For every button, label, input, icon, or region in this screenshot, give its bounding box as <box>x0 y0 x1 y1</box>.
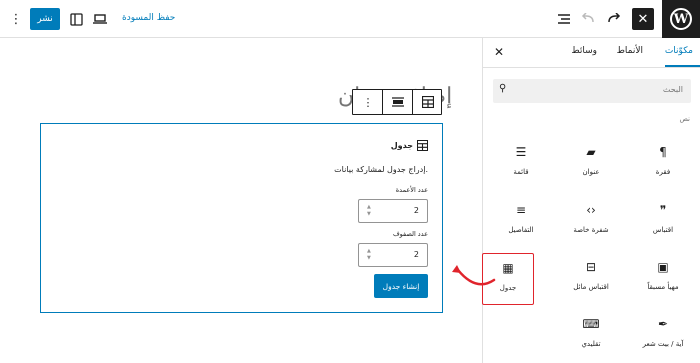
block-label: جدول <box>499 284 517 292</box>
close-panel-button[interactable]: ✕ <box>491 44 507 60</box>
block-label: فقرة <box>655 168 671 176</box>
settings-sidebar-button[interactable] <box>64 7 88 31</box>
close-icon: ✕ <box>493 45 505 59</box>
block-label: تقليدي <box>581 340 601 348</box>
block-details[interactable]: ≡ التفاصيل <box>495 196 547 248</box>
spinner-icon[interactable]: ▲ ▼ <box>367 204 371 218</box>
columns-label: عدد الأعمدة <box>395 186 428 194</box>
wordpress-logo[interactable]: W <box>662 0 700 38</box>
list-view-button[interactable] <box>552 7 576 31</box>
undo-button[interactable] <box>576 7 600 31</box>
table-placeholder-block[interactable]: جدول إدراج جدول لمشاركة بيانات. عدد الأع… <box>40 123 443 313</box>
preformatted-icon: ▣ <box>657 260 669 274</box>
inserter-tabs: مكوّنات الأنماط وسائط ✕ <box>483 38 700 68</box>
block-label: آية / بيت شعر <box>642 340 684 348</box>
tab-media[interactable]: وسائط <box>571 46 597 56</box>
more-options-button[interactable]: ⋮ <box>4 7 28 31</box>
create-table-button[interactable]: إنشاء جدول <box>374 274 428 298</box>
block-search-input[interactable]: البحث ⚲ <box>493 79 691 103</box>
block-paragraph[interactable]: ¶ فقرة <box>637 138 689 190</box>
placeholder-title: جدول <box>391 140 428 151</box>
desktop-preview-icon <box>93 14 107 24</box>
preview-button[interactable] <box>88 7 112 31</box>
block-list[interactable]: ☰ قائمة <box>495 138 547 190</box>
block-heading[interactable]: ▰ عنوان <box>565 138 617 190</box>
tab-patterns[interactable]: الأنماط <box>617 46 643 56</box>
details-icon: ≡ <box>515 203 527 217</box>
table-icon <box>422 96 434 108</box>
editor-app: W ✕ ⋮ نشر حفظ المسودة مكوّنات الأنماط وس… <box>0 0 700 363</box>
list-icon: ☰ <box>515 145 527 159</box>
rows-value: 2 <box>413 250 419 259</box>
bookmark-icon: ▰ <box>586 145 596 159</box>
rows-input[interactable]: 2 ▲ ▼ <box>358 243 428 267</box>
top-toolbar: W ✕ ⋮ نشر حفظ المسودة <box>0 0 700 38</box>
placeholder-title-text: جدول <box>390 141 413 150</box>
block-type-button[interactable] <box>413 90 443 114</box>
tab-blocks[interactable]: مكوّنات <box>665 46 693 56</box>
placeholder-instructions: إدراج جدول لمشاركة بيانات. <box>334 165 428 174</box>
block-pullquote[interactable]: ⊟ اقتباس مائل <box>565 253 617 305</box>
block-label: اقتباس مائل <box>573 283 609 291</box>
vertical-ellipsis-icon: ⋮ <box>362 95 374 109</box>
category-label: نص <box>679 115 690 123</box>
annotation-arrow-icon <box>452 265 496 286</box>
columns-input[interactable]: 2 ▲ ▼ <box>358 199 428 223</box>
block-label: شفرة خاصة <box>573 226 609 234</box>
block-options-button[interactable]: ⋮ <box>353 90 383 114</box>
search-icon: ⚲ <box>499 83 507 94</box>
table-icon: ▦ <box>502 261 514 275</box>
feather-icon: ✒ <box>657 317 669 331</box>
block-label: عنوان <box>582 168 600 176</box>
redo-button[interactable] <box>602 7 626 31</box>
columns-value: 2 <box>413 206 419 215</box>
block-code[interactable]: ‹› شفرة خاصة <box>565 196 617 248</box>
block-label: التفاصيل <box>508 226 534 234</box>
close-inserter-button[interactable]: ✕ <box>632 8 654 30</box>
pullquote-icon: ⊟ <box>585 260 597 274</box>
block-toolbar: ⋮ <box>352 89 442 115</box>
block-label: اقتباس <box>652 226 674 234</box>
align-button[interactable] <box>383 90 413 114</box>
paragraph-icon: ¶ <box>659 145 667 159</box>
undo-icon <box>581 13 594 23</box>
block-label: مهيأ مسبقاً <box>647 283 679 291</box>
wordpress-logo-icon: W <box>670 8 692 30</box>
align-icon <box>392 97 404 107</box>
block-label: قائمة <box>513 168 529 176</box>
block-classic[interactable]: ⌨ تقليدي <box>565 310 617 362</box>
code-icon: ‹› <box>586 203 596 217</box>
keyboard-icon: ⌨ <box>582 317 600 331</box>
block-quote[interactable]: ❞ اقتباس <box>637 196 689 248</box>
publish-button[interactable]: نشر <box>30 8 60 30</box>
active-tab-indicator <box>665 65 700 67</box>
list-view-icon <box>558 14 570 24</box>
rows-label: عدد الصفوف <box>392 230 428 238</box>
quote-icon: ❞ <box>659 203 667 217</box>
spinner-icon[interactable]: ▲ ▼ <box>367 248 371 262</box>
vertical-ellipsis-icon: ⋮ <box>9 11 23 27</box>
close-icon: ✕ <box>637 11 649 27</box>
sidebar-toggle-icon <box>69 12 83 26</box>
redo-icon <box>608 13 621 23</box>
block-verse[interactable]: ✒ آية / بيت شعر <box>637 310 689 362</box>
save-draft-link[interactable]: حفظ المسودة <box>122 13 175 23</box>
block-preformatted[interactable]: ▣ مهيأ مسبقاً <box>637 253 689 305</box>
search-placeholder: البحث <box>662 85 683 94</box>
block-inserter-panel: مكوّنات الأنماط وسائط ✕ البحث ⚲ نص ¶ فقر… <box>482 38 700 363</box>
table-icon <box>417 140 428 151</box>
